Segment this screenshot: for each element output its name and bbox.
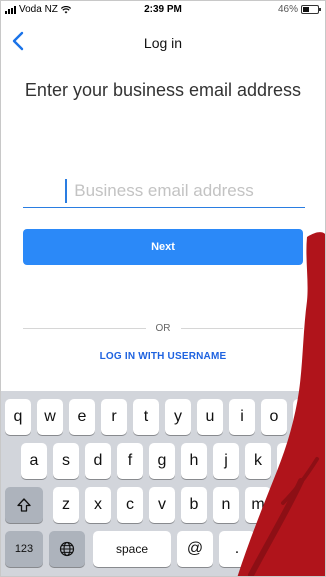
key-d[interactable]: d: [85, 443, 111, 479]
divider-line-left: [23, 327, 146, 329]
key-b[interactable]: b: [181, 487, 207, 523]
text-caret: [65, 179, 67, 203]
key-t[interactable]: t: [133, 399, 159, 435]
battery-icon: [301, 5, 321, 14]
backspace-icon: [292, 498, 311, 512]
key-s[interactable]: s: [53, 443, 79, 479]
globe-key[interactable]: [49, 531, 85, 567]
key-x[interactable]: x: [85, 487, 111, 523]
key-h[interactable]: h: [181, 443, 207, 479]
key-w[interactable]: w: [37, 399, 63, 435]
key-m[interactable]: m: [245, 487, 271, 523]
key-k[interactable]: k: [245, 443, 271, 479]
backspace-key[interactable]: [283, 487, 321, 523]
page-title: Log in: [143, 35, 183, 51]
key-i[interactable]: i: [229, 399, 255, 435]
go-key[interactable]: Next: [261, 531, 321, 567]
or-label: OR: [155, 322, 171, 334]
login-with-username-link[interactable]: LOG IN WITH USERNAME: [1, 351, 325, 362]
space-key[interactable]: space: [93, 531, 171, 567]
app-screen: Voda NZ 2:39 PM 46% Log in Enter your bu…: [0, 0, 326, 577]
key-q[interactable]: q: [5, 399, 31, 435]
key-j[interactable]: j: [213, 443, 239, 479]
key-g[interactable]: g: [149, 443, 175, 479]
status-time: 2:39 PM: [144, 4, 182, 15]
key-c[interactable]: c: [117, 487, 143, 523]
next-button[interactable]: Next: [23, 229, 303, 265]
key-p[interactable]: p: [293, 399, 319, 435]
key-z[interactable]: z: [53, 487, 79, 523]
divider-line-right: [180, 327, 303, 329]
key-o[interactable]: o: [261, 399, 287, 435]
key-r[interactable]: r: [101, 399, 127, 435]
battery-percent: 46%: [277, 4, 298, 15]
key-n[interactable]: n: [213, 487, 239, 523]
prompt-heading: Enter your business email address: [24, 80, 302, 100]
key-v[interactable]: v: [149, 487, 175, 523]
shift-key[interactable]: [5, 487, 43, 523]
dot-key[interactable]: .: [219, 531, 255, 567]
at-key[interactable]: @: [177, 531, 213, 567]
key-y[interactable]: y: [165, 399, 191, 435]
globe-icon: [59, 541, 75, 557]
nav-bar: Log in: [1, 23, 325, 63]
key-a[interactable]: a: [21, 443, 47, 479]
onscreen-keyboard: q w e r t y u i o p a s d f g h j k l z …: [1, 391, 325, 576]
key-u[interactable]: u: [197, 399, 223, 435]
shift-arrow-icon: [17, 498, 31, 512]
numbers-key[interactable]: 123: [5, 531, 43, 567]
status-bar: Voda NZ 2:39 PM 46%: [1, 1, 325, 19]
key-f[interactable]: f: [117, 443, 143, 479]
key-l[interactable]: l: [277, 443, 303, 479]
key-e[interactable]: e: [69, 399, 95, 435]
or-divider: OR: [23, 321, 303, 335]
battery-group: 46%: [277, 4, 321, 15]
